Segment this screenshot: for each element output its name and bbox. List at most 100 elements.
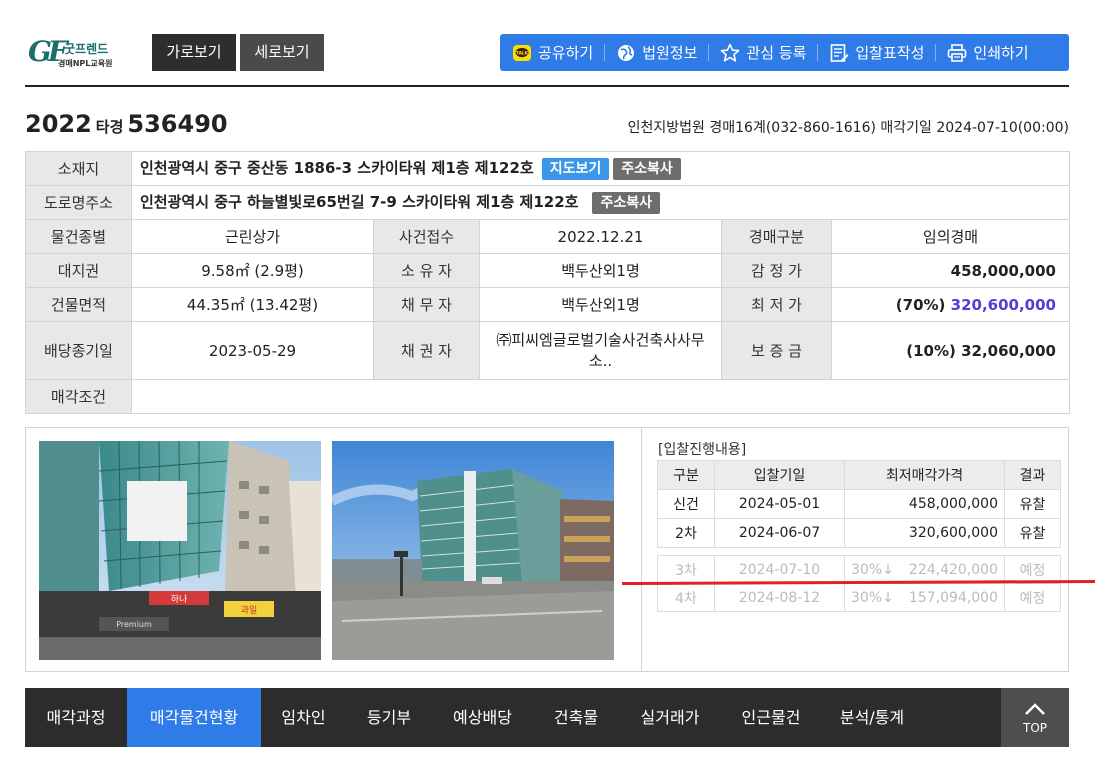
appraisal-header: 감 정 가 (721, 253, 832, 288)
bid-date: 2024-06-07 (714, 518, 845, 548)
bid-price: 458,000,000 (844, 489, 1005, 519)
bid-date: 2024-08-12 (714, 583, 845, 612)
bid-progress-title: [입찰진행내용] (658, 442, 747, 458)
bid-date: 2024-05-01 (714, 489, 845, 519)
dividend-deadline-value: 2023-05-29 (131, 321, 374, 380)
tab-sale-process[interactable]: 매각과정 (25, 688, 127, 747)
printer-icon (947, 43, 967, 63)
tab-expected-dividend[interactable]: 예상배당 (432, 688, 533, 747)
tab-real-price[interactable]: 실거래가 (619, 688, 721, 747)
minimum-price-rate: (70%) (895, 295, 946, 314)
minimum-price-value: 320,600,000 (950, 295, 1056, 314)
panel-divider (641, 428, 642, 671)
bid-result: 유찰 (1004, 489, 1061, 519)
case-received-value: 2022.12.21 (479, 219, 722, 254)
bid-rate: 30%↓ (851, 561, 894, 578)
svg-text:TALK: TALK (516, 50, 529, 56)
tab-registry[interactable]: 등기부 (346, 688, 432, 747)
address-text: 인천광역시 중구 중산동 1886-3 스카이타워 제1층 제122호 (140, 159, 534, 178)
case-year: 2022 (25, 110, 92, 138)
vertical-view-tab[interactable]: 세로보기 (240, 34, 324, 71)
address-header: 소재지 (25, 151, 132, 186)
action-toolbar: TALK 공유하기 법원정보 관심 등록 입찰표작성 인쇄하기 (500, 34, 1069, 71)
write-bid-form-button[interactable]: 입찰표작성 (818, 34, 935, 71)
deposit-value: (10%) 32,060,000 (831, 321, 1070, 380)
land-right-header: 대지권 (25, 253, 132, 288)
bid-result: 유찰 (1004, 518, 1061, 548)
bottom-tab-bar: 매각과정 매각물건현황 임차인 등기부 예상배당 건축물 실거래가 인근물건 분… (25, 688, 1069, 747)
creditor-header: 채 권 자 (373, 321, 480, 380)
court-sale-info: 인천지방법원 경매16계(032-860-1616) 매각기일 2024-07-… (627, 120, 1069, 136)
property-info-table: 소재지 인천광역시 중구 중산동 1886-3 스카이타워 제1층 제122호 지… (25, 151, 1070, 414)
court-info-button[interactable]: 법원정보 (605, 34, 708, 71)
sale-conditions-header: 매각조건 (25, 379, 132, 414)
minimum-price-cell: (70%) 320,600,000 (831, 287, 1070, 322)
tab-tenants[interactable]: 임차인 (261, 688, 346, 747)
bid-header-price: 최저매각가격 (844, 460, 1005, 490)
bid-price: 320,600,000 (844, 518, 1005, 548)
form-edit-icon (829, 43, 849, 63)
tab-nearby-properties[interactable]: 인근물건 (721, 688, 821, 747)
property-photo-2[interactable] (332, 441, 614, 660)
road-address-text: 인천광역시 중구 하늘별빛로65번길 7-9 스카이타워 제1층 제122호 (140, 193, 579, 212)
bid-price-cell: 30%↓ 157,094,000 (844, 583, 1005, 612)
bid-header-result: 결과 (1004, 460, 1061, 490)
land-right-value: 9.58㎡ (2.9평) (131, 253, 374, 288)
bid-price-cell: 30%↓ 224,420,000 (844, 555, 1005, 584)
property-type-value: 근린상가 (131, 219, 374, 254)
horizontal-view-tab[interactable]: 가로보기 (152, 34, 236, 71)
add-favorite-label: 관심 등록 (746, 44, 807, 62)
copy-road-address-button[interactable]: 주소복사 (592, 191, 660, 214)
star-icon (720, 43, 740, 63)
logo-name: 굿프렌드 (64, 42, 109, 56)
print-button[interactable]: 인쇄하기 (936, 34, 1038, 71)
address-cell: 인천광역시 중구 중산동 1886-3 스카이타워 제1층 제122호 지도보기 주… (131, 151, 1070, 186)
bid-rate: 30%↓ (851, 589, 894, 606)
building-area-header: 건물면적 (25, 287, 132, 322)
appraisal-value: 458,000,000 (831, 253, 1070, 288)
tab-analysis-stats[interactable]: 분석/통계 (821, 688, 923, 747)
bid-row-scheduled: 4차 2024-08-12 30%↓ 157,094,000 예정 (657, 583, 1061, 612)
view-map-button[interactable]: 지도보기 (541, 157, 610, 180)
bid-result: 예정 (1004, 583, 1061, 612)
debtor-value: 백두산외1명 (479, 287, 722, 322)
bid-round: 신건 (657, 489, 715, 519)
property-photo-1[interactable]: 하나 과일 Premium (39, 441, 321, 660)
bid-row: 2차 2024-06-07 320,600,000 유찰 (657, 518, 1061, 548)
court-info-label: 법원정보 (642, 44, 698, 62)
debtor-header: 채 무 자 (373, 287, 480, 322)
scroll-top-button[interactable]: TOP (1001, 688, 1069, 747)
bid-header-round: 구분 (657, 460, 715, 490)
share-label: 공유하기 (538, 44, 594, 62)
property-type-header: 물건종별 (25, 219, 132, 254)
tab-sale-property-status[interactable]: 매각물건현황 (127, 688, 261, 747)
tab-building[interactable]: 건축물 (533, 688, 619, 747)
case-serial: 536490 (127, 110, 228, 138)
brand-logo[interactable]: GF 굿프렌드 경매NPL교육원 (28, 36, 128, 72)
creditor-value: ㈜피씨엠글로벌기술사건축사사무소.. (479, 321, 722, 380)
minimum-price-header: 최 저 가 (721, 287, 832, 322)
road-address-header: 도로명주소 (25, 185, 132, 220)
bid-progress-table: 구분 입찰기일 최저매각가격 결과 신건 2024-05-01 458,000,… (657, 460, 1061, 612)
bid-price: 157,094,000 (908, 589, 998, 606)
auction-kind-value: 임의경매 (831, 219, 1070, 254)
kakaotalk-icon: TALK (512, 43, 532, 63)
bid-round: 3차 (657, 555, 715, 584)
case-received-header: 사건접수 (373, 219, 480, 254)
bid-round: 4차 (657, 583, 715, 612)
header-divider (25, 85, 1069, 87)
store-sign-text: 하나 (171, 594, 188, 605)
dividend-deadline-header: 배당종기일 (25, 321, 132, 380)
case-type: 타경 (95, 118, 124, 136)
court-globe-icon (616, 43, 636, 63)
sale-conditions-value (131, 379, 1070, 414)
bid-header-date: 입찰기일 (714, 460, 845, 490)
bid-row: 신건 2024-05-01 458,000,000 유찰 (657, 489, 1061, 519)
print-label: 인쇄하기 (973, 44, 1029, 62)
building-area-value: 44.35㎡ (13.42평) (131, 287, 374, 322)
road-address-cell: 인천광역시 중구 하늘별빛로65번길 7-9 스카이타워 제1층 제122호 주소… (131, 185, 1070, 220)
copy-address-button[interactable]: 주소복사 (613, 157, 681, 180)
share-button[interactable]: TALK 공유하기 (500, 34, 604, 71)
add-favorite-button[interactable]: 관심 등록 (709, 34, 817, 71)
owner-header: 소 유 자 (373, 253, 480, 288)
